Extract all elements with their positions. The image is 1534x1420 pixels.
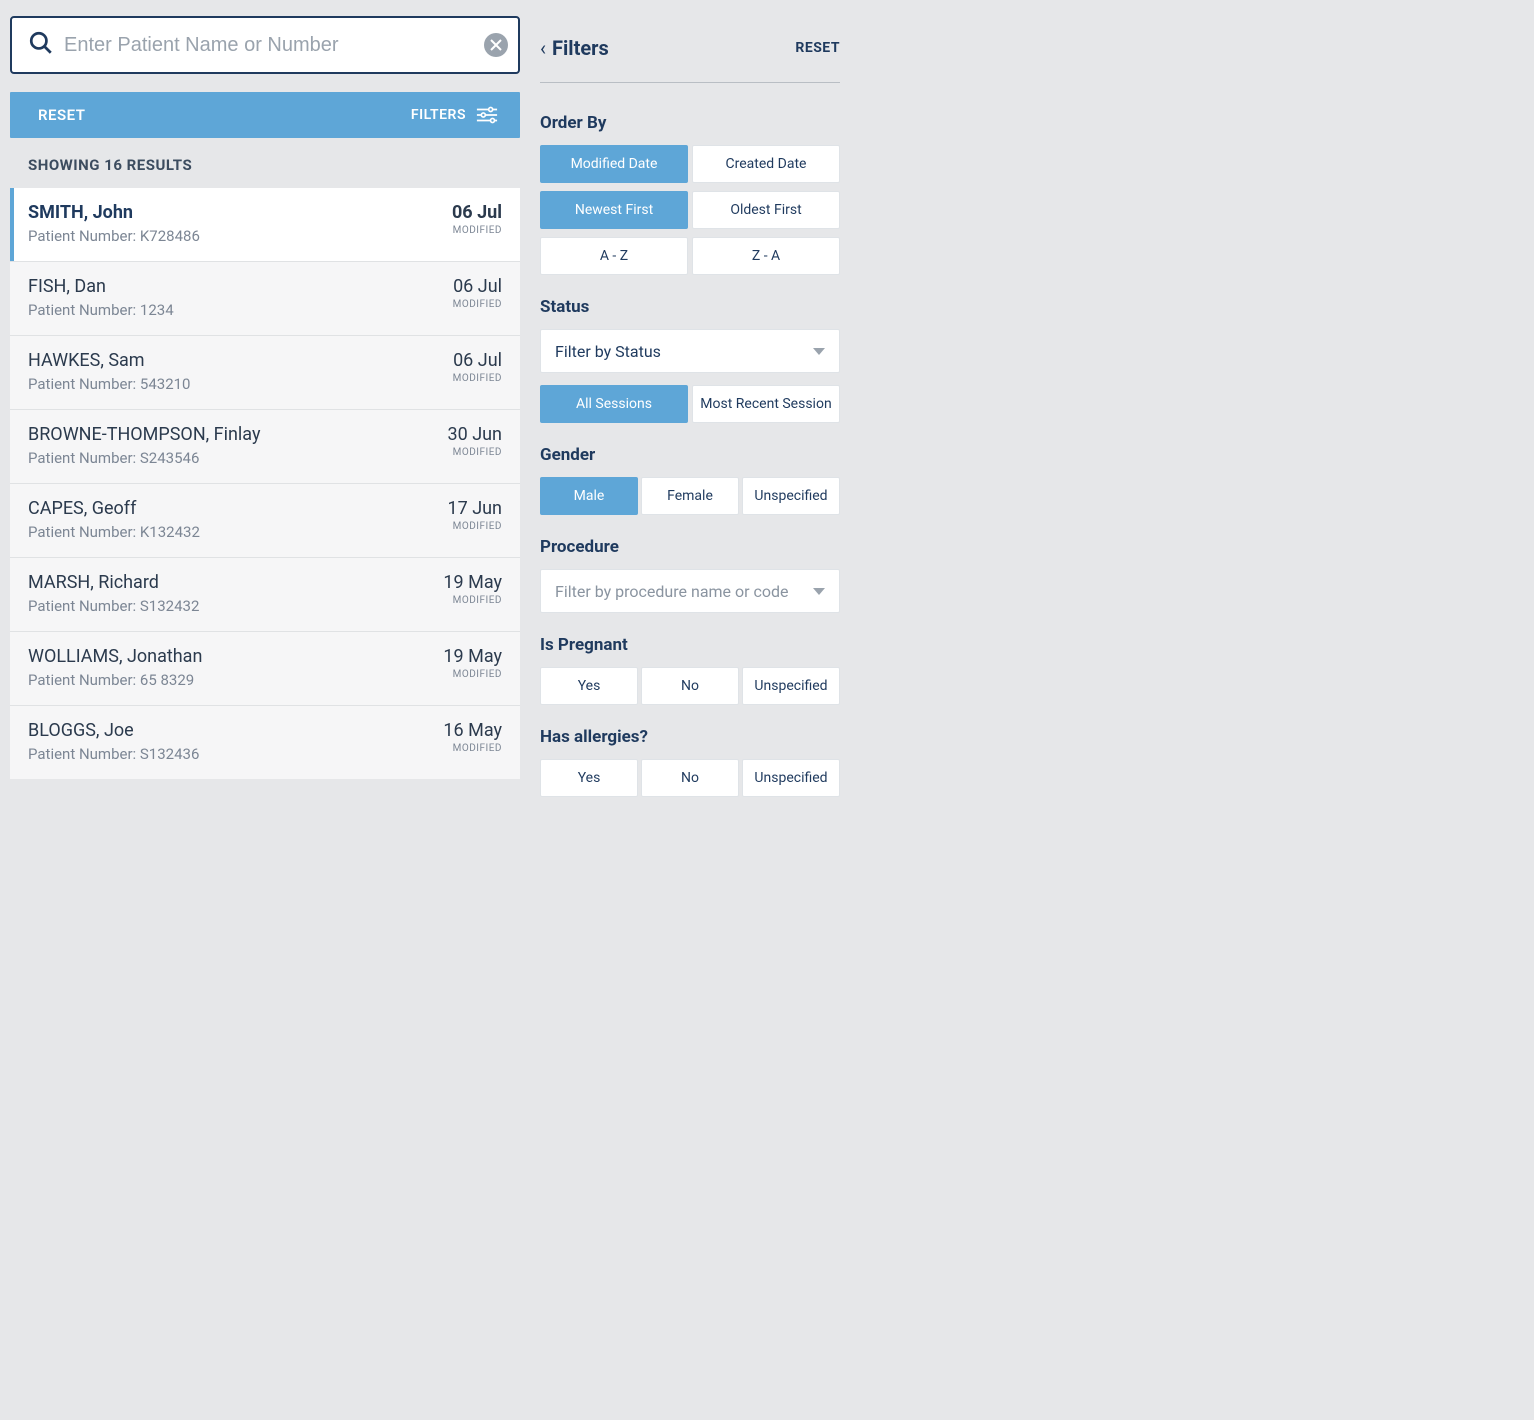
filters-toggle[interactable]: FILTERS [411, 106, 498, 124]
modified-label: MODIFIED [448, 521, 503, 532]
patient-search[interactable] [10, 16, 520, 74]
filters-reset-button[interactable]: RESET [795, 40, 840, 56]
modified-label: MODIFIED [453, 373, 502, 384]
gender-female[interactable]: Female [641, 477, 739, 515]
procedure-select[interactable]: Filter by procedure name or code [540, 569, 840, 613]
patient-row[interactable]: MARSH, Richard Patient Number: S132432 19 … [10, 557, 520, 631]
reset-button[interactable]: RESET [38, 106, 85, 124]
patient-name: CAPES, Geoff [28, 498, 200, 519]
modified-label: MODIFIED [453, 299, 502, 310]
patient-row[interactable]: SMITH, John Patient Number: K728486 06 Jul… [10, 188, 520, 261]
patient-number: Patient Number: 1234 [28, 301, 174, 319]
allergies-no[interactable]: No [641, 759, 739, 797]
patient-row[interactable]: FISH, Dan Patient Number: 1234 06 Jul MODIF… [10, 261, 520, 335]
pregnant-section: Is Pregnant YesNoUnspecified [540, 635, 840, 705]
status-label: Status [540, 297, 840, 317]
orderby-modified-date[interactable]: Modified Date [540, 145, 688, 183]
filters-title[interactable]: ‹Filters [540, 36, 609, 60]
pregnant-no[interactable]: No [641, 667, 739, 705]
patient-number: Patient Number: S243546 [28, 449, 260, 467]
modified-label: MODIFIED [452, 225, 502, 236]
gender-male[interactable]: Male [540, 477, 638, 515]
patient-date: 06 Jul [452, 202, 502, 223]
patient-number: Patient Number: S132432 [28, 597, 199, 615]
allergies-unspecified[interactable]: Unspecified [742, 759, 840, 797]
patient-name: WOLLIAMS, Jonathan [28, 646, 202, 667]
patient-date: 16 May [443, 720, 502, 741]
patient-number: Patient Number: S132436 [28, 745, 199, 763]
patient-date: 06 Jul [453, 350, 502, 371]
modified-label: MODIFIED [443, 669, 502, 680]
procedure-select-value: Filter by procedure name or code [555, 582, 789, 601]
patient-name: FISH, Dan [28, 276, 174, 297]
orderby-created-date[interactable]: Created Date [692, 145, 840, 183]
back-caret-icon: ‹ [540, 36, 546, 60]
orderby-newest-first[interactable]: Newest First [540, 191, 688, 229]
status-select-value: Filter by Status [555, 342, 661, 361]
patient-number: Patient Number: 543210 [28, 375, 190, 393]
patient-row[interactable]: CAPES, Geoff Patient Number: K132432 17 Ju… [10, 483, 520, 557]
filters-label: FILTERS [411, 107, 466, 123]
patient-list: SMITH, John Patient Number: K728486 06 Jul… [10, 188, 520, 779]
procedure-label: Procedure [540, 537, 840, 557]
filters-panel: ‹Filters RESET Order By Modified DateCre… [540, 16, 840, 819]
patient-number: Patient Number: 65 8329 [28, 671, 202, 689]
patient-name: MARSH, Richard [28, 572, 199, 593]
patient-row[interactable]: HAWKES, Sam Patient Number: 543210 06 Jul M… [10, 335, 520, 409]
patient-date: 06 Jul [453, 276, 502, 297]
allergies-label: Has allergies? [540, 727, 840, 747]
allergies-yes[interactable]: Yes [540, 759, 638, 797]
results-count: SHOWING 16 RESULTS [10, 138, 520, 188]
order-by-label: Order By [540, 113, 840, 133]
patient-name: BROWNE-THOMPSON, Finlay [28, 424, 260, 445]
allergies-section: Has allergies? YesNoUnspecified [540, 727, 840, 797]
procedure-section: Procedure Filter by procedure name or co… [540, 537, 840, 613]
patient-date: 19 May [443, 646, 502, 667]
patient-date: 30 Jun [448, 424, 503, 445]
patient-name: HAWKES, Sam [28, 350, 190, 371]
status-select[interactable]: Filter by Status [540, 329, 840, 373]
gender-label: Gender [540, 445, 840, 465]
sessions-all-sessions[interactable]: All Sessions [540, 385, 688, 423]
gender-section: Gender MaleFemaleUnspecified [540, 445, 840, 515]
orderby-oldest-first[interactable]: Oldest First [692, 191, 840, 229]
patient-name: BLOGGS, Joe [28, 720, 199, 741]
patient-number: Patient Number: K132432 [28, 523, 200, 541]
patient-row[interactable]: BLOGGS, Joe Patient Number: S132436 16 May… [10, 705, 520, 779]
patient-date: 17 Jun [448, 498, 503, 519]
pregnant-label: Is Pregnant [540, 635, 840, 655]
modified-label: MODIFIED [448, 447, 503, 458]
patient-row[interactable]: BROWNE-THOMPSON, Finlay Patient Number: S… [10, 409, 520, 483]
chevron-down-icon [813, 588, 825, 595]
list-toolbar: RESET FILTERS [10, 92, 520, 138]
orderby-a-z[interactable]: A - Z [540, 237, 688, 275]
pregnant-yes[interactable]: Yes [540, 667, 638, 705]
orderby-z-a[interactable]: Z - A [692, 237, 840, 275]
search-input[interactable] [64, 34, 484, 57]
patient-name: SMITH, John [28, 202, 200, 223]
order-by-section: Order By Modified DateCreated Date Newes… [540, 113, 840, 275]
search-icon [22, 30, 64, 60]
chevron-down-icon [813, 348, 825, 355]
pregnant-unspecified[interactable]: Unspecified [742, 667, 840, 705]
modified-label: MODIFIED [443, 743, 502, 754]
status-section: Status Filter by Status All SessionsMost… [540, 297, 840, 423]
modified-label: MODIFIED [443, 595, 502, 606]
clear-search-button[interactable] [484, 33, 508, 57]
sliders-icon [476, 106, 498, 124]
patient-number: Patient Number: K728486 [28, 227, 200, 245]
patient-date: 19 May [443, 572, 502, 593]
patient-row[interactable]: WOLLIAMS, Jonathan Patient Number: 65 832… [10, 631, 520, 705]
sessions-most-recent-session[interactable]: Most Recent Session [692, 385, 840, 423]
gender-unspecified[interactable]: Unspecified [742, 477, 840, 515]
